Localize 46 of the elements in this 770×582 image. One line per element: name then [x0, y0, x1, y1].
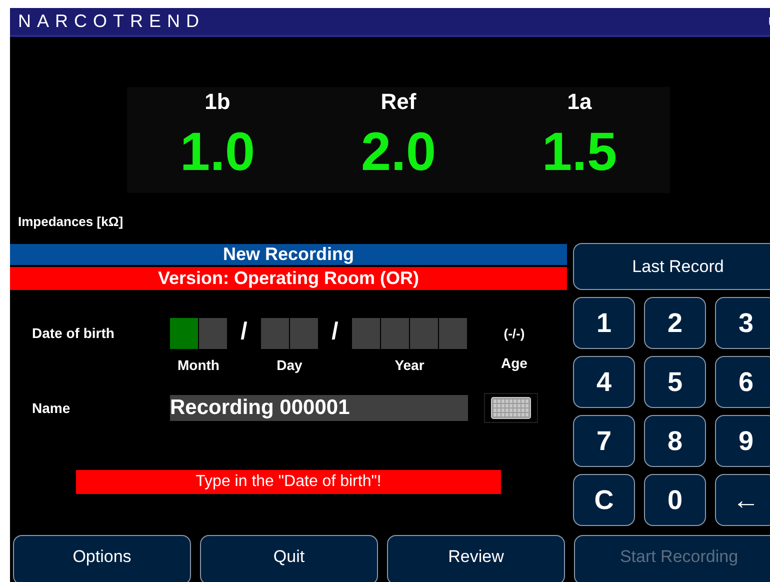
keypad-key[interactable]: 6	[715, 356, 770, 408]
footer-button[interactable]: Quit	[200, 535, 378, 582]
footer-button[interactable]: Options	[13, 535, 191, 582]
keypad-key[interactable]: 0	[644, 474, 706, 526]
digit-field[interactable]	[170, 318, 198, 349]
impedances-caption: Impedances [kΩ]	[18, 214, 124, 229]
digit-field[interactable]	[439, 318, 467, 349]
keyboard-icon[interactable]	[491, 397, 531, 419]
channel-label: 1b	[204, 89, 230, 115]
digit-field[interactable]	[381, 318, 409, 349]
keypad-key[interactable]: 7	[573, 415, 635, 467]
section-header: New Recording	[10, 244, 567, 265]
date-of-birth-label: Date of birth	[32, 325, 116, 341]
keypad-key[interactable]: 4	[573, 356, 635, 408]
keypad-key[interactable]: 3	[715, 297, 770, 349]
footer-button[interactable]: Review	[387, 535, 565, 582]
impedance-value: 2.0	[360, 125, 436, 179]
impedance-value: 1.5	[542, 125, 618, 179]
date-separator: /	[240, 318, 248, 346]
digit-field[interactable]	[410, 318, 438, 349]
name-field[interactable]: Recording 000001	[170, 395, 468, 421]
name-label: Name	[32, 400, 72, 416]
version-banner: Version: Operating Room (OR)	[10, 267, 567, 290]
impedance-value: 1.0	[180, 125, 256, 179]
date-part-label: Day	[276, 357, 302, 373]
keypad-key[interactable]: 9	[715, 415, 770, 467]
channel-label: Ref	[380, 89, 416, 115]
date-part-label: Month	[178, 357, 220, 373]
keypad-key[interactable]: C	[573, 474, 635, 526]
keypad-key[interactable]: ←	[715, 474, 770, 526]
last-record-button[interactable]: Last Record	[573, 243, 770, 290]
keypad-key[interactable]: 8	[644, 415, 706, 467]
keypad-key[interactable]: 1	[573, 297, 635, 349]
digit-field[interactable]	[261, 318, 289, 349]
age-value: (-/-)	[504, 326, 525, 341]
error-message: Type in the "Date of birth"!	[76, 470, 501, 494]
keypad-key[interactable]: 5	[644, 356, 706, 408]
date-separator: /	[330, 318, 340, 346]
digit-field[interactable]	[352, 318, 380, 349]
keypad-key[interactable]: 2	[644, 297, 706, 349]
app-title: NARCOTREND	[18, 11, 206, 32]
age-label: Age	[501, 355, 528, 371]
digit-field[interactable]	[199, 318, 227, 349]
date-part-label: Year	[394, 357, 424, 373]
channel-label: 1a	[567, 89, 592, 115]
digit-field[interactable]	[290, 318, 318, 349]
